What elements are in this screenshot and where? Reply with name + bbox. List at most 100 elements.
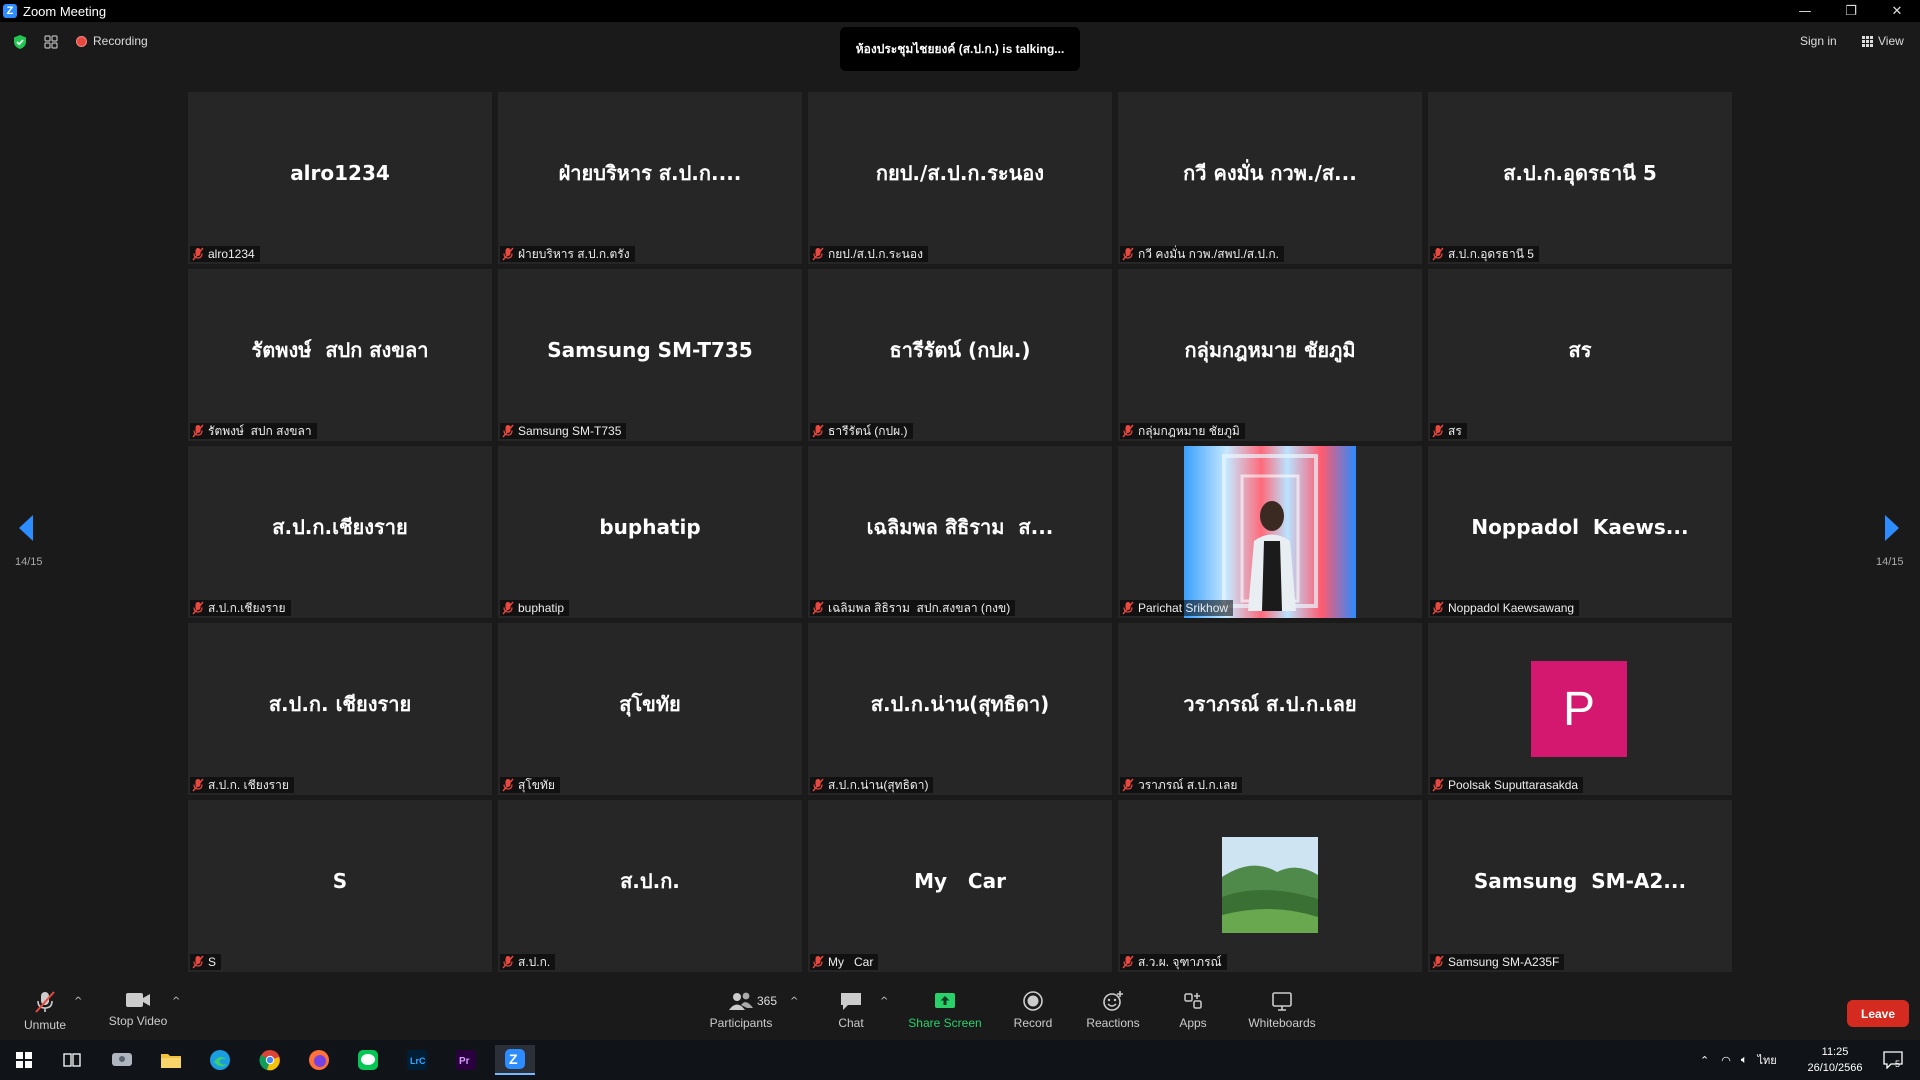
grid-icon[interactable] bbox=[43, 34, 59, 50]
input-language[interactable]: ไทย bbox=[1757, 1051, 1776, 1069]
previous-page-arrow-icon[interactable] bbox=[16, 513, 36, 543]
leave-button[interactable]: Leave bbox=[1847, 1000, 1909, 1027]
mic-muted-icon bbox=[1432, 247, 1444, 261]
taskbar-app-edge[interactable] bbox=[200, 1045, 240, 1075]
tray-chevron-icon[interactable]: ⌃ bbox=[1700, 1054, 1709, 1067]
participant-tile[interactable]: Noppadol Kaews... Noppadol Kaewsawang bbox=[1428, 446, 1732, 618]
taskbar-app-lightroom[interactable]: LrC bbox=[397, 1045, 437, 1075]
participant-tile[interactable]: ฝ่ายบริหาร ส.ป.ก.... ฝ่ายบริหาร ส.ป.ก.ตรั… bbox=[498, 92, 802, 264]
participant-tile[interactable]: buphatip buphatip bbox=[498, 446, 802, 618]
whiteboards-button[interactable]: Whiteboards bbox=[1240, 980, 1324, 1040]
audio-options-caret-icon[interactable]: ^ bbox=[74, 996, 82, 1007]
notification-count: 5 bbox=[1895, 1059, 1901, 1069]
participant-tile[interactable]: รัตพงษ์ สปก สงขลา รัตพงษ์ สปก สงขลา bbox=[188, 269, 492, 441]
participant-name-text: Poolsak Suputtarasakda bbox=[1448, 778, 1579, 792]
chrome-browser-icon bbox=[259, 1050, 280, 1071]
mic-muted-icon bbox=[192, 424, 204, 438]
participant-name-label: alro1234 bbox=[190, 246, 260, 262]
minimize-button[interactable]: — bbox=[1782, 0, 1828, 22]
taskbar-app-line[interactable] bbox=[348, 1045, 388, 1075]
participant-tile[interactable]: เฉลิมพล สิธิราม ส... เฉลิมพล สิธิราม สปก.… bbox=[808, 446, 1112, 618]
taskbar-app-messenger[interactable] bbox=[102, 1045, 142, 1075]
participant-tile[interactable]: ส.ป.ก.เชียงราย ส.ป.ก.เชียงราย bbox=[188, 446, 492, 618]
participant-display-name: Noppadol Kaews... bbox=[1471, 515, 1689, 539]
participants-button[interactable]: Participants bbox=[706, 980, 776, 1040]
participant-tile[interactable]: ธารีรัตน์ (กปผ.) ธารีรัตน์ (กปผ.) bbox=[808, 269, 1112, 441]
wifi-icon[interactable]: ◠ bbox=[1721, 1054, 1731, 1067]
participant-tile[interactable]: alro1234 alro1234 bbox=[188, 92, 492, 264]
participant-tile[interactable]: ส.ป.ก.น่าน(สุทธิดา) ส.ป.ก.น่าน(สุทธิดา) bbox=[808, 623, 1112, 795]
participants-caret-icon[interactable]: ^ bbox=[790, 996, 798, 1007]
participant-tile[interactable]: กยป./ส.ป.ก.ระนอง กยป./ส.ป.ก.ระนอง bbox=[808, 92, 1112, 264]
shield-icon[interactable] bbox=[12, 34, 28, 50]
premiere-icon: Pr bbox=[456, 1050, 476, 1070]
participant-tile[interactable]: สร สร bbox=[1428, 269, 1732, 441]
participant-name-text: S bbox=[208, 955, 217, 969]
volume-icon[interactable]: 🔈︎ bbox=[1741, 1054, 1748, 1067]
windows-start-button[interactable] bbox=[4, 1045, 44, 1075]
participant-name-text: ธารีรัตน์ (กปผ.) bbox=[828, 423, 908, 438]
participant-tile[interactable]: ส.ว.ผ. จุฑาภรณ์ bbox=[1118, 800, 1422, 972]
window-title: Zoom Meeting bbox=[23, 3, 107, 19]
talking-banner: ห้องประชุมไชยยงค์ (ส.ป.ก.) is talking... bbox=[840, 27, 1080, 71]
avatar: P bbox=[1531, 661, 1627, 757]
participant-display-name: ส.ป.ก.น่าน(สุทธิดา) bbox=[870, 692, 1050, 716]
unmute-button[interactable]: Unmute bbox=[20, 980, 70, 1040]
participant-display-name: ส.ป.ก.เชียงราย bbox=[272, 515, 408, 539]
meeting-toolbar: Unmute ^ Stop Video ^ Participants ^ Cha… bbox=[0, 980, 1920, 1040]
participant-tile[interactable]: ส.ป.ก. ส.ป.ก. bbox=[498, 800, 802, 972]
taskbar-app-file-explorer[interactable] bbox=[151, 1045, 191, 1075]
mic-muted-icon bbox=[502, 247, 514, 261]
close-button[interactable]: ✕ bbox=[1874, 0, 1920, 22]
participant-tile[interactable]: P Poolsak Suputtarasakda bbox=[1428, 623, 1732, 795]
participant-display-name: ส.ป.ก. bbox=[620, 869, 680, 893]
participant-tile[interactable]: My Car My Car bbox=[808, 800, 1112, 972]
participant-tile[interactable]: SS bbox=[188, 800, 492, 972]
participant-tile[interactable]: Parichat Srikhow bbox=[1118, 446, 1422, 618]
recording-indicator[interactable]: Recording bbox=[76, 34, 148, 48]
participant-display-name: S bbox=[332, 869, 348, 893]
participant-name-label: สร bbox=[1430, 423, 1467, 439]
taskbar-app-chrome[interactable] bbox=[250, 1045, 290, 1075]
participant-tile[interactable]: กวี คงมั่น กวพ./ส... กวี คงมั่น กวพ./สพป.… bbox=[1118, 92, 1422, 264]
taskbar-app-premiere[interactable]: Pr bbox=[446, 1045, 486, 1075]
participant-display-name: ส.ป.ก.อุดรธานี 5 bbox=[1503, 161, 1657, 185]
video-options-caret-icon[interactable]: ^ bbox=[172, 996, 180, 1007]
video-grid: alro1234 alro1234 ฝ่ายบริหาร ส.ป.ก.... ฝ่า… bbox=[188, 92, 1733, 972]
taskbar-app-zoom[interactable]: Z bbox=[495, 1045, 535, 1075]
participant-tile[interactable]: ส.ป.ก.อุดรธานี 5 ส.ป.ก.อุดรธานี 5 bbox=[1428, 92, 1732, 264]
participant-tile[interactable]: ส.ป.ก. เชียงราย ส.ป.ก. เชียงราย bbox=[188, 623, 492, 795]
share-screen-button[interactable]: Share Screen bbox=[905, 980, 985, 1040]
reactions-button[interactable]: Reactions bbox=[1083, 980, 1143, 1040]
apps-button[interactable]: Apps bbox=[1168, 980, 1218, 1040]
stop-video-button[interactable]: Stop Video bbox=[106, 980, 170, 1040]
restore-button[interactable]: ❐ bbox=[1828, 0, 1874, 22]
chat-button[interactable]: Chat bbox=[826, 980, 876, 1040]
participant-tile[interactable]: สุโขทัย สุโขทัย bbox=[498, 623, 802, 795]
whiteboards-label: Whiteboards bbox=[1248, 1016, 1316, 1030]
svg-text:LrC: LrC bbox=[410, 1056, 426, 1066]
participant-tile[interactable]: Samsung SM-A2... Samsung SM-A235F bbox=[1428, 800, 1732, 972]
participant-tile[interactable]: วราภรณ์ ส.ป.ก.เลย วราภรณ์ ส.ป.ก.เลย bbox=[1118, 623, 1422, 795]
mic-muted-icon bbox=[1432, 424, 1444, 438]
participant-display-name: สร bbox=[1568, 338, 1592, 362]
participant-name-label: Noppadol Kaewsawang bbox=[1430, 600, 1580, 616]
lightroom-icon: LrC bbox=[407, 1050, 427, 1070]
title-bar: Z Zoom Meeting — ❐ ✕ bbox=[0, 0, 1920, 22]
task-view-button[interactable] bbox=[52, 1045, 92, 1075]
participant-name-text: ฝ่ายบริหาร ส.ป.ก.ตรัง bbox=[518, 246, 630, 261]
chat-caret-icon[interactable]: ^ bbox=[880, 996, 888, 1007]
next-page-arrow-icon[interactable] bbox=[1882, 513, 1902, 543]
participant-tile[interactable]: Samsung SM-T735 Samsung SM-T735 bbox=[498, 269, 802, 441]
participant-name-label: สุโขทัย bbox=[500, 777, 560, 793]
mic-muted-icon bbox=[192, 955, 204, 969]
notification-center[interactable]: 5 bbox=[1883, 1040, 1903, 1080]
participant-name-text: Samsung SM-A235F bbox=[1448, 955, 1560, 969]
taskbar-clock[interactable]: 11:25 26/10/2566 bbox=[1800, 1044, 1870, 1076]
view-button[interactable]: View bbox=[1862, 34, 1904, 48]
record-button[interactable]: Record bbox=[1008, 980, 1058, 1040]
taskbar-app-firefox[interactable] bbox=[299, 1045, 339, 1075]
participant-tile[interactable]: กลุ่มกฎหมาย ชัยภูมิ กลุ่มกฎหมาย ชัยภูมิ bbox=[1118, 269, 1422, 441]
sign-in-button[interactable]: Sign in bbox=[1800, 34, 1837, 48]
mic-muted-icon bbox=[812, 778, 824, 792]
